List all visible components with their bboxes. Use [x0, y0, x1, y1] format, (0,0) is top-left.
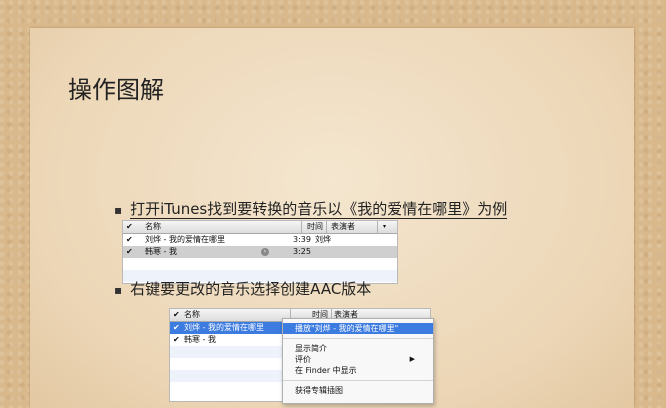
check-icon[interactable]: ✔ — [173, 334, 180, 346]
song-name: 韩寒 - 我 — [145, 247, 177, 256]
column-divider — [301, 221, 302, 233]
menu-item-show-in-finder[interactable]: 在 Finder 中显示 — [283, 365, 433, 376]
itunes-list-window: ✔ 名称 时间 表演者 ▾ ✔ 刘烨 - 我的爱情在哪里 3:39 刘烨 ✔ 韩… — [122, 220, 398, 284]
song-name: 韩寒 - 我 — [184, 335, 216, 344]
check-icon[interactable]: ✔ — [126, 234, 133, 246]
column-divider — [326, 221, 327, 233]
slide-title: 操作图解 — [68, 76, 164, 104]
check-icon[interactable]: ✔ — [173, 309, 180, 321]
bullet-icon: ▪ — [114, 283, 123, 297]
menu-item-play[interactable]: 播放"刘烨 - 我的爱情在哪里" — [283, 323, 433, 334]
list-header: ✔ 名称 时间 表演者 ▾ — [123, 221, 397, 234]
menu-item-get-info[interactable]: 显示简介 — [283, 343, 433, 354]
song-time: 3:25 — [293, 247, 311, 256]
column-name-header[interactable]: 名称 — [184, 309, 200, 321]
song-time: 3:39 — [293, 235, 311, 244]
menu-item-label: 评价 — [295, 355, 311, 364]
bullet-icon: ▪ — [114, 203, 123, 217]
column-time-header[interactable]: 时间 — [307, 221, 323, 233]
song-name: 刘烨 - 我的爱情在哪里 — [184, 323, 264, 332]
arrow-circle-icon[interactable]: › — [261, 248, 269, 256]
table-row[interactable]: ✔ 刘烨 - 我的爱情在哪里 3:39 刘烨 — [123, 234, 397, 246]
context-menu: 播放"刘烨 - 我的爱情在哪里" 显示简介 评价 ▶ 在 Finder 中显示 … — [282, 318, 434, 404]
bullet-create-aac: ▪ 右键要更改的音乐选择创建AAC版本 — [114, 278, 371, 299]
bullet-open-itunes: ▪ 打开iTunes找到要转换的音乐以《我的爱情在哪里》为例 — [114, 198, 508, 219]
check-icon[interactable]: ✔ — [126, 246, 133, 258]
check-icon[interactable]: ✔ — [126, 221, 133, 233]
column-artist-header[interactable]: 表演者 — [331, 221, 355, 233]
chevron-down-icon[interactable]: ▾ — [383, 221, 386, 233]
menu-item-get-artwork[interactable]: 获得专辑插图 — [283, 385, 433, 396]
song-artist: 刘烨 — [315, 235, 331, 244]
menu-separator — [283, 380, 433, 381]
song-name: 刘烨 - 我的爱情在哪里 — [145, 235, 225, 244]
table-row[interactable]: ✔ 韩寒 - 我 › 3:25 — [123, 246, 397, 258]
column-name-header[interactable]: 名称 — [145, 221, 161, 233]
submenu-arrow-icon: ▶ — [409, 355, 415, 363]
menu-item-rating[interactable]: 评价 ▶ — [283, 354, 433, 365]
menu-separator — [283, 338, 433, 339]
bullet-text: 打开iTunes找到要转换的音乐以《我的爱情在哪里》为例 — [130, 200, 508, 219]
table-row — [123, 258, 397, 270]
column-divider — [377, 221, 378, 233]
bullet-text: 右键要更改的音乐选择创建AAC版本 — [130, 280, 372, 298]
check-icon[interactable]: ✔ — [173, 322, 180, 334]
